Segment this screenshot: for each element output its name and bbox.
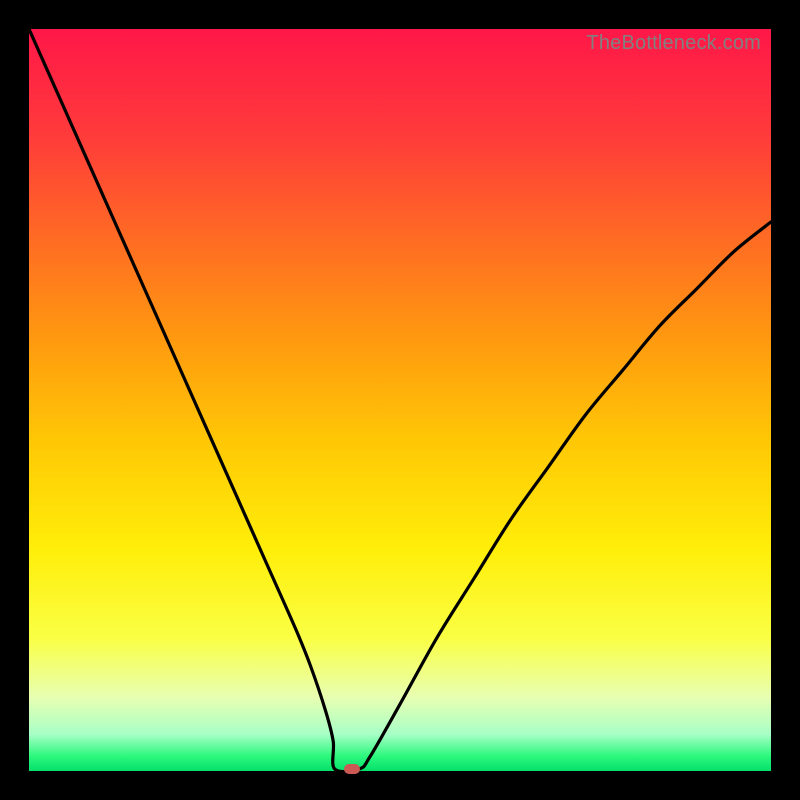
curve-path <box>29 29 771 772</box>
bottleneck-curve <box>29 29 771 771</box>
optimum-marker <box>344 764 360 774</box>
plot-area: TheBottleneck.com <box>29 29 771 771</box>
chart-frame: TheBottleneck.com <box>0 0 800 800</box>
